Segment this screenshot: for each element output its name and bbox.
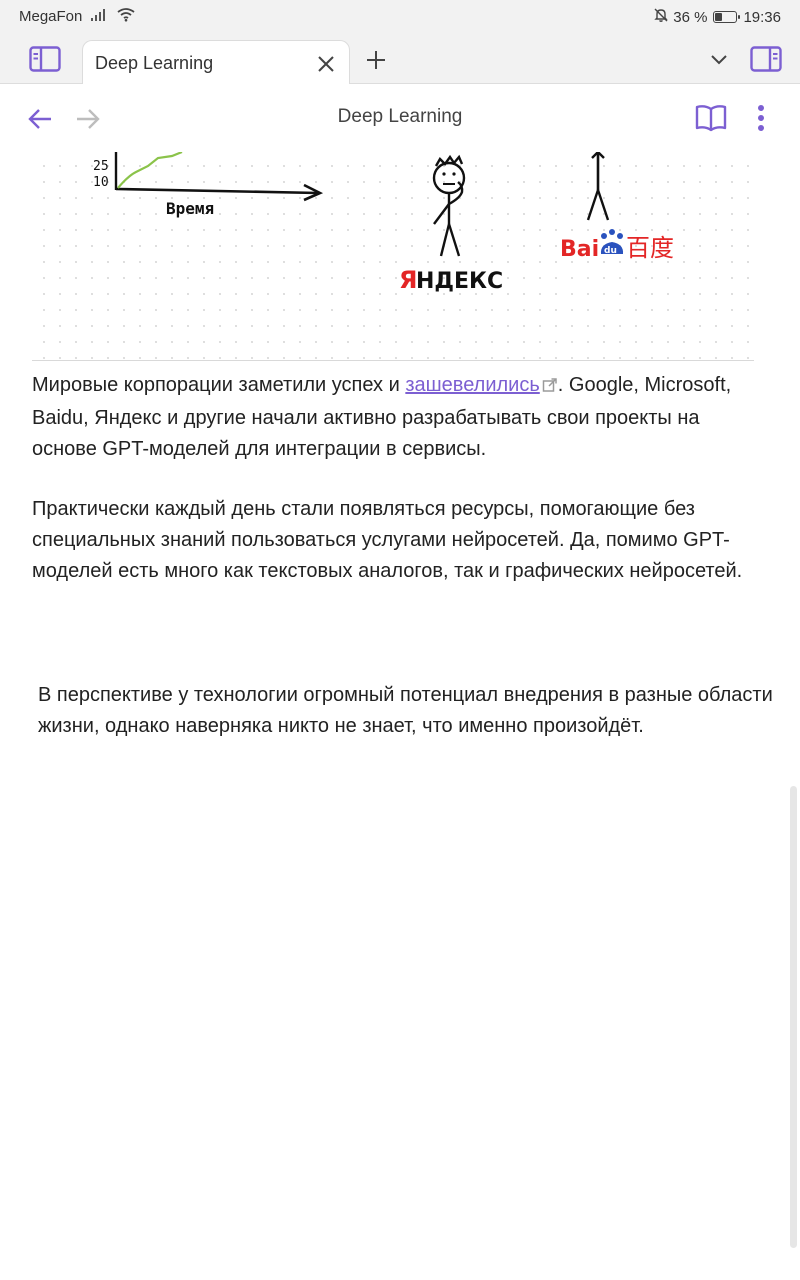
paragraph-corporations: Мировые корпорации заметили успех и заше… (32, 370, 767, 465)
clock: 19:36 (743, 8, 781, 26)
paragraph-1-before-link: Мировые корпорации заметили успех и (32, 374, 406, 396)
sketch-tick-top: 25 (93, 159, 109, 174)
note-content: 25 10 Время ЯНДЕКС Я Bai du 百度 Мировые к… (0, 152, 800, 1280)
battery-fill (715, 13, 723, 21)
more-options-button[interactable] (750, 102, 772, 134)
more-vertical-icon (758, 105, 764, 131)
external-link-icon (542, 372, 558, 403)
baidu-paw-text: du (604, 246, 617, 256)
note-title: Deep Learning (337, 106, 463, 127)
sketch-axis-label: Время (166, 199, 214, 218)
stick-figure-baidu (586, 152, 610, 221)
close-icon (318, 56, 334, 72)
tab-deep-learning[interactable]: Deep Learning (82, 40, 350, 85)
baidu-logo-latin: Bai (560, 237, 599, 262)
status-left: MegaFon (19, 7, 136, 26)
sketch-tick-bottom: 10 (93, 175, 109, 190)
paragraph-resources: Практически каждый день стали появляться… (32, 498, 743, 582)
signal-icon (90, 8, 108, 26)
tab-bar: Deep Learning (0, 34, 800, 85)
status-right: 36 % 19:36 (653, 7, 781, 27)
paragraph-perspective: В перспективе у технологии огромный поте… (38, 684, 773, 737)
nav-bar: Deep Learning (0, 84, 800, 152)
tab-list-dropdown-button[interactable] (706, 48, 732, 72)
yandex-logo-first-letter: Я (399, 266, 417, 294)
sketch-drawing: 25 10 Время ЯНДЕКС Я Bai du 百度 (93, 152, 674, 294)
carrier-name: MegaFon (19, 8, 83, 25)
baidu-paw-icon: du (600, 229, 624, 256)
plus-icon (367, 51, 385, 69)
battery-icon (713, 11, 741, 23)
sidebar-right-icon (750, 46, 782, 72)
wifi-icon (116, 7, 136, 26)
sidebar-left-icon (29, 46, 61, 72)
tab-title: Deep Learning (95, 53, 214, 73)
new-tab-button[interactable] (363, 47, 389, 73)
chevron-down-icon (711, 55, 727, 65)
bell-off-icon (653, 7, 669, 27)
scrollbar[interactable] (790, 786, 797, 1248)
close-tab-button[interactable] (315, 53, 337, 75)
status-bar: MegaFon 36 % 19:36 (0, 0, 800, 34)
reading-mode-button[interactable] (694, 102, 728, 134)
left-sidebar-toggle-button[interactable] (28, 45, 62, 73)
sketch-image: 25 10 Время ЯНДЕКС Я Bai du 百度 (32, 152, 754, 360)
baidu-logo-chinese: 百度 (626, 234, 674, 262)
external-link[interactable]: зашевелились (405, 374, 539, 396)
book-open-icon (695, 105, 727, 132)
battery-percent: 36 % (673, 8, 708, 26)
image-divider (32, 360, 754, 361)
right-sidebar-toggle-button[interactable] (749, 45, 783, 73)
stick-figure-yandex (432, 154, 466, 257)
